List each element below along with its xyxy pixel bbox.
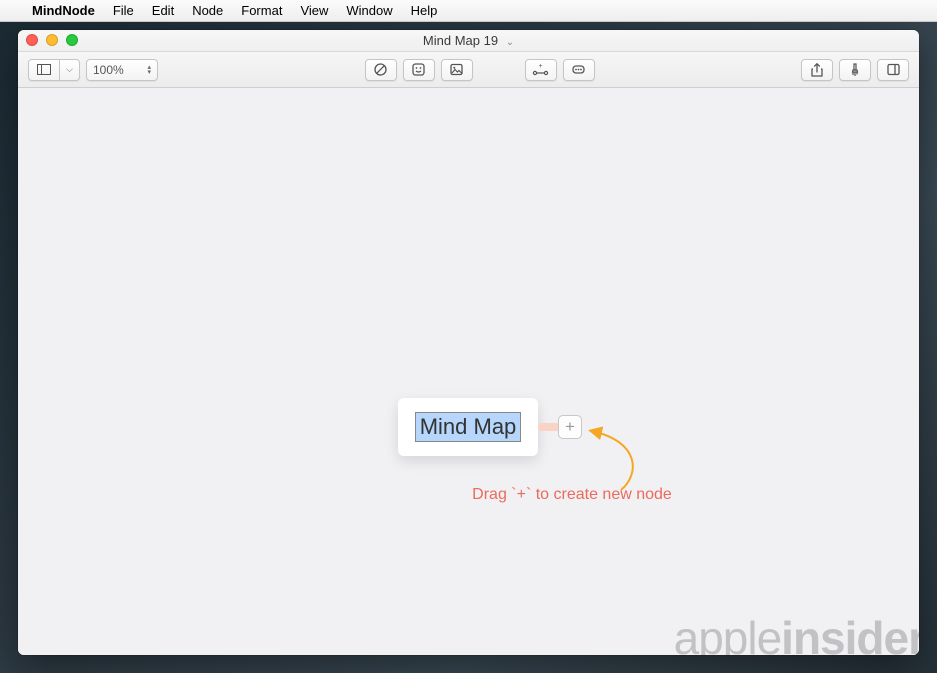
watermark-part2: insider [781, 612, 919, 655]
toolbar-sticker-button[interactable] [403, 59, 435, 81]
window-title-dropdown-icon: ⌄ [506, 37, 514, 48]
window-zoom-button[interactable] [66, 34, 78, 46]
zoom-level-value: 100% [93, 63, 124, 77]
sidebar-layout-icon [37, 64, 51, 75]
toolbar-task-button[interactable] [365, 59, 397, 81]
add-child-node-button[interactable]: + [558, 415, 582, 439]
view-mode-button[interactable] [28, 59, 60, 81]
menu-view[interactable]: View [300, 3, 328, 18]
window-titlebar: Mind Map 19 ⌄ [18, 30, 919, 52]
mindmap-canvas[interactable]: Mind Map + Drag `+` to create new node a… [18, 88, 919, 655]
panel-right-icon [886, 62, 901, 77]
toolbar-fold-button[interactable] [563, 59, 595, 81]
app-window: Mind Map 19 ⌄ ⌵ 100% ▴▾ [18, 30, 919, 655]
share-icon [810, 62, 824, 78]
watermark: appleinsider [674, 611, 919, 655]
window-traffic-lights [26, 34, 78, 46]
window-title-text: Mind Map 19 [423, 33, 498, 48]
toolbar-inspector-button[interactable] [877, 59, 909, 81]
root-node[interactable]: Mind Map [398, 398, 538, 456]
menu-file[interactable]: File [113, 3, 134, 18]
view-mode-dropdown[interactable]: ⌵ [60, 59, 80, 81]
hint-annotation-text: Drag `+` to create new node [472, 484, 672, 506]
menu-help[interactable]: Help [411, 3, 438, 18]
menu-app-name[interactable]: MindNode [32, 3, 95, 18]
menu-window[interactable]: Window [346, 3, 392, 18]
toolbar: ⌵ 100% ▴▾ + [18, 52, 919, 88]
menu-edit[interactable]: Edit [152, 3, 174, 18]
circle-slash-icon [373, 62, 388, 77]
chevron-down-icon: ⌵ [66, 64, 73, 75]
smiley-icon [411, 62, 426, 77]
toolbar-style-button[interactable] [839, 59, 871, 81]
stepper-icon: ▴▾ [147, 65, 151, 75]
menu-format[interactable]: Format [241, 3, 282, 18]
toolbar-connection-button[interactable]: + [525, 59, 557, 81]
toolbar-image-button[interactable] [441, 59, 473, 81]
window-title[interactable]: Mind Map 19 ⌄ [423, 33, 514, 48]
image-icon [449, 62, 464, 77]
window-close-button[interactable] [26, 34, 38, 46]
zoom-level-control[interactable]: 100% ▴▾ [86, 59, 158, 81]
toolbar-share-button[interactable] [801, 59, 833, 81]
window-minimize-button[interactable] [46, 34, 58, 46]
paintbrush-icon [848, 62, 862, 78]
ellipsis-box-icon [571, 62, 586, 77]
toolbar-view-segment: ⌵ [28, 59, 80, 81]
plus-icon: + [565, 417, 575, 436]
node-connector [538, 423, 560, 431]
watermark-part1: apple [674, 612, 782, 655]
menu-node[interactable]: Node [192, 3, 223, 18]
macos-menubar: MindNode File Edit Node Format View Wind… [0, 0, 937, 22]
root-node-text-input[interactable]: Mind Map [415, 412, 522, 442]
add-connection-icon: + [532, 62, 549, 77]
svg-text:+: + [538, 63, 542, 70]
